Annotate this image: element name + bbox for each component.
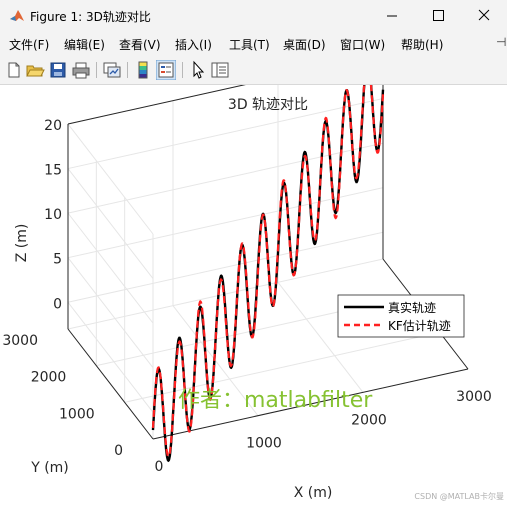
x-axis-label: X (m) [294,485,333,501]
y-tick-label: 3000 [2,333,38,349]
menu-view[interactable]: 查看(V) [119,36,161,53]
minimize-button[interactable] [369,0,415,32]
save-icon[interactable] [48,60,68,80]
csdn-credit: CSDN @MATLAB卡尔曼 [414,491,504,501]
grid-line [67,142,384,214]
y-tick-label: 2000 [31,370,67,386]
insert-legend-icon[interactable] [156,60,176,80]
menu-file[interactable]: 文件(F) [9,36,49,53]
menu-edit[interactable]: 编辑(E) [64,36,105,53]
grid-line [67,212,154,324]
z-tick-label: 0 [53,296,62,312]
x-tick-label: 0 [155,459,164,475]
grid-line [67,168,154,279]
insert-colorbar-icon[interactable] [133,60,153,80]
z-tick-label: 10 [44,207,62,223]
link-plot-icon[interactable] [102,60,122,80]
legend-label-kf: KF估计轨迹 [388,319,451,333]
z-tick-label: 5 [53,252,62,268]
figure-canvas: 0 1000 2000 3000 0 1000 2000 3000 0 5 10 15 20 3D 轨迹… [0,53,507,507]
legend-label-true: 真实轨迹 [388,300,436,315]
legend[interactable]: 真实轨迹 KF估计轨迹 [337,294,465,338]
menu-bar: 文件(F) 编辑(E) 查看(V) 插入(I) 工具(T) 桌面(D) 窗口(W… [0,32,507,56]
menu-tools[interactable]: 工具(T) [229,36,270,53]
y-tick-label: 1000 [59,406,95,422]
grid-line [67,301,154,413]
menu-desktop[interactable]: 桌面(D) [283,36,326,53]
close-button[interactable] [461,0,507,32]
plot-3d[interactable]: 0 1000 2000 3000 0 1000 2000 3000 0 5 10 15 20 3D 轨迹… [0,53,507,507]
y-tick-label: 0 [114,443,123,459]
y-axis-line [67,328,154,440]
z-tick-label: 20 [44,118,62,134]
open-file-icon[interactable] [25,60,45,80]
z-axis-label: Z (m) [14,224,30,263]
author-watermark: 作者：matlabfilter [178,388,373,413]
grid-line [67,98,384,170]
pin-icon[interactable]: ⊣ [496,35,506,49]
z-tick-label: 15 [44,163,62,179]
grid-line [67,231,384,303]
select-pointer-icon[interactable] [188,60,208,80]
toolbar-separator [182,62,183,78]
box-edge [67,53,384,125]
y-axis-label: Y (m) [30,460,69,476]
toolbar [0,56,507,85]
maximize-button[interactable] [415,0,461,32]
x-tick-label: 1000 [246,436,282,452]
toolbar-separator [96,62,97,78]
matlab-logo-icon [10,10,24,21]
new-figure-icon[interactable] [4,60,24,80]
maximize-icon [433,10,444,21]
x-tick-label: 2000 [351,412,387,428]
property-inspector-icon[interactable] [210,60,230,80]
grid-line [67,123,154,235]
chart-title: 3D 轨迹对比 [228,97,308,113]
window-title: Figure 1: 3D轨迹对比 [30,10,151,24]
title-bar: Figure 1: 3D轨迹对比 [0,0,507,32]
menu-window[interactable]: 窗口(W) [340,36,385,53]
x-tick-label: 3000 [456,389,492,405]
close-icon [478,9,490,21]
minimize-icon [387,15,397,17]
toolbar-separator [127,62,128,78]
grid-line [67,53,384,125]
grid-line [67,187,384,259]
menu-help[interactable]: 帮助(H) [401,36,443,53]
menu-insert[interactable]: 插入(I) [175,36,212,53]
print-icon[interactable] [71,60,91,80]
